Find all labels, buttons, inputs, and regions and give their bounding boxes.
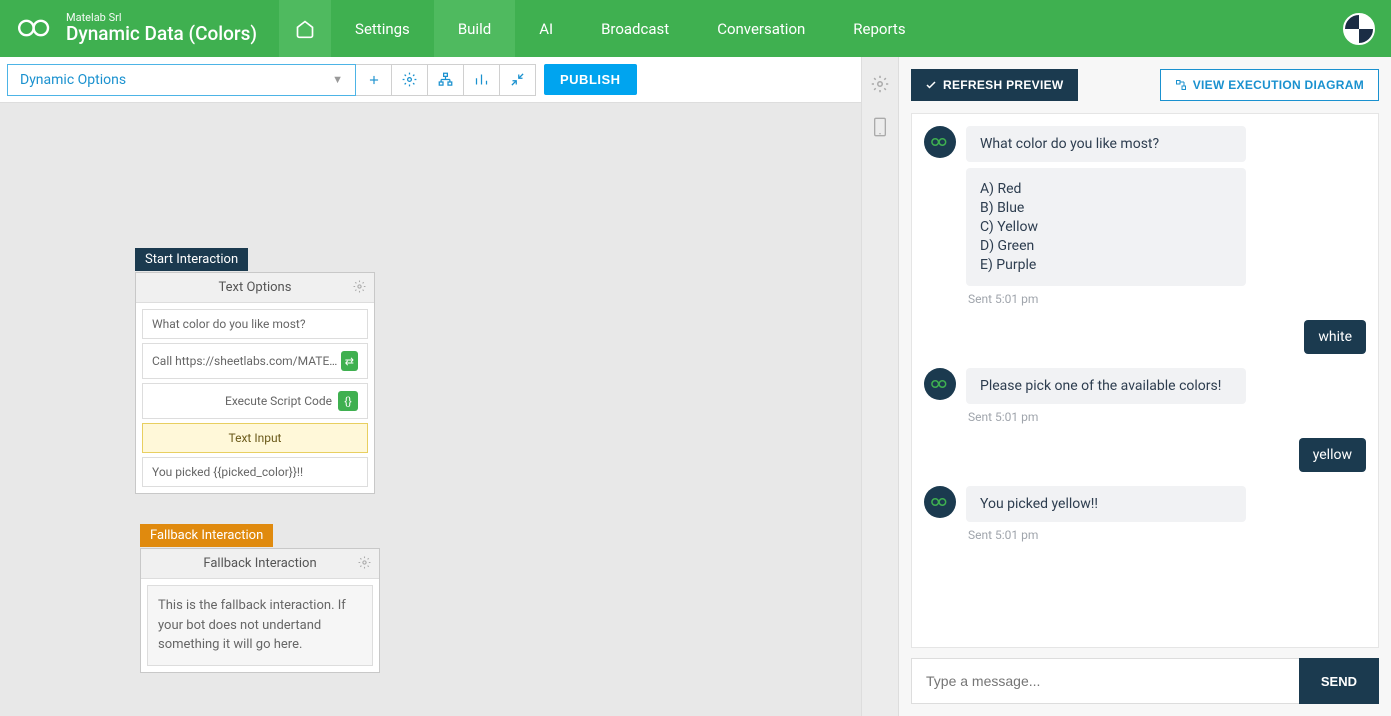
fallback-node-label: Fallback Interaction xyxy=(140,524,273,547)
chat-area: What color do you like most? A) Red B) B… xyxy=(911,113,1379,648)
check-icon xyxy=(925,79,937,91)
start-node[interactable]: Text Options What color do you like most… xyxy=(135,272,375,494)
user-message: yellow xyxy=(1299,438,1366,472)
bot-avatar xyxy=(924,368,956,400)
node-row-response[interactable]: You picked {{picked_color}}!! xyxy=(142,457,368,487)
nav-ai[interactable]: AI xyxy=(515,0,577,57)
rail-mobile[interactable] xyxy=(872,117,888,141)
bot-avatar xyxy=(924,126,956,158)
preview-panel: REFRESH PREVIEW VIEW EXECUTION DIAGRAM W… xyxy=(899,57,1391,716)
logo-area: Matelab Srl Dynamic Data (Colors) xyxy=(0,12,275,45)
add-button[interactable] xyxy=(356,64,392,96)
settings-button[interactable] xyxy=(392,64,428,96)
api-icon: ⇄ xyxy=(341,351,358,371)
refresh-preview-button[interactable]: REFRESH PREVIEW xyxy=(911,69,1078,101)
app-header: Matelab Srl Dynamic Data (Colors) Settin… xyxy=(0,0,1391,57)
gear-icon[interactable] xyxy=(358,556,371,573)
fallback-node-header: Fallback Interaction xyxy=(141,549,379,579)
timestamp: Sent 5:01 pm xyxy=(968,292,1366,306)
diagram-icon xyxy=(1175,79,1187,91)
nav-conversation[interactable]: Conversation xyxy=(693,0,829,57)
nav-settings[interactable]: Settings xyxy=(331,0,434,57)
tree-button[interactable] xyxy=(428,64,464,96)
publish-button[interactable]: PUBLISH xyxy=(544,64,637,95)
nav-broadcast[interactable]: Broadcast xyxy=(577,0,693,57)
chart-icon xyxy=(474,72,489,87)
bot-message: What color do you like most? xyxy=(966,126,1246,162)
bot-message: Please pick one of the available colors! xyxy=(966,368,1246,404)
builder-toolbar: Dynamic Options ▼ PUBLISH xyxy=(0,57,861,103)
code-icon: {} xyxy=(338,391,358,411)
timestamp: Sent 5:01 pm xyxy=(968,410,1366,424)
plus-icon xyxy=(367,73,381,87)
view-diagram-button[interactable]: VIEW EXECUTION DIAGRAM xyxy=(1160,69,1379,101)
bot-message-options: A) Red B) Blue C) Yellow D) Green E) Pur… xyxy=(966,168,1246,286)
chevron-down-icon: ▼ xyxy=(332,73,343,86)
side-rail xyxy=(861,57,899,716)
tree-icon xyxy=(438,72,453,87)
node-row-text-input[interactable]: Text Input xyxy=(142,423,368,453)
gear-icon xyxy=(402,72,417,87)
fallback-body: This is the fallback interaction. If you… xyxy=(147,585,373,666)
collapse-icon xyxy=(510,72,525,87)
gear-icon xyxy=(871,75,889,93)
node-row-question[interactable]: What color do you like most? xyxy=(142,309,368,339)
bot-message: You picked yellow!! xyxy=(966,486,1246,522)
chart-button[interactable] xyxy=(464,64,500,96)
user-avatar[interactable] xyxy=(1343,13,1375,45)
logo-icon xyxy=(18,17,54,39)
collapse-button[interactable] xyxy=(500,64,536,96)
gear-icon[interactable] xyxy=(353,280,366,297)
builder-canvas: Dynamic Options ▼ PUBLISH Start Interact… xyxy=(0,57,861,716)
start-node-label: Start Interaction xyxy=(135,248,248,271)
header-title: Dynamic Data (Colors) xyxy=(66,24,257,45)
main-nav: Settings Build AI Broadcast Conversation… xyxy=(279,0,930,57)
nav-reports[interactable]: Reports xyxy=(829,0,929,57)
timestamp: Sent 5:01 pm xyxy=(968,528,1366,542)
interaction-dropdown[interactable]: Dynamic Options ▼ xyxy=(7,64,356,96)
start-node-header: Text Options xyxy=(136,273,374,303)
bot-avatar xyxy=(924,486,956,518)
nav-build[interactable]: Build xyxy=(434,0,515,57)
node-row-api-call[interactable]: Call https://sheetlabs.com/MATE/Colors ⇄ xyxy=(142,343,368,379)
fallback-node[interactable]: Fallback Interaction This is the fallbac… xyxy=(140,548,380,673)
header-subtitle: Matelab Srl xyxy=(66,12,257,24)
message-input[interactable] xyxy=(911,658,1299,704)
send-button[interactable]: SEND xyxy=(1299,658,1379,704)
home-icon xyxy=(295,19,315,39)
nav-home[interactable] xyxy=(279,0,331,57)
dropdown-label: Dynamic Options xyxy=(20,72,126,88)
mobile-icon xyxy=(872,117,888,137)
rail-settings[interactable] xyxy=(871,75,889,97)
node-row-script[interactable]: Execute Script Code {} xyxy=(142,383,368,419)
user-message: white xyxy=(1304,320,1366,354)
